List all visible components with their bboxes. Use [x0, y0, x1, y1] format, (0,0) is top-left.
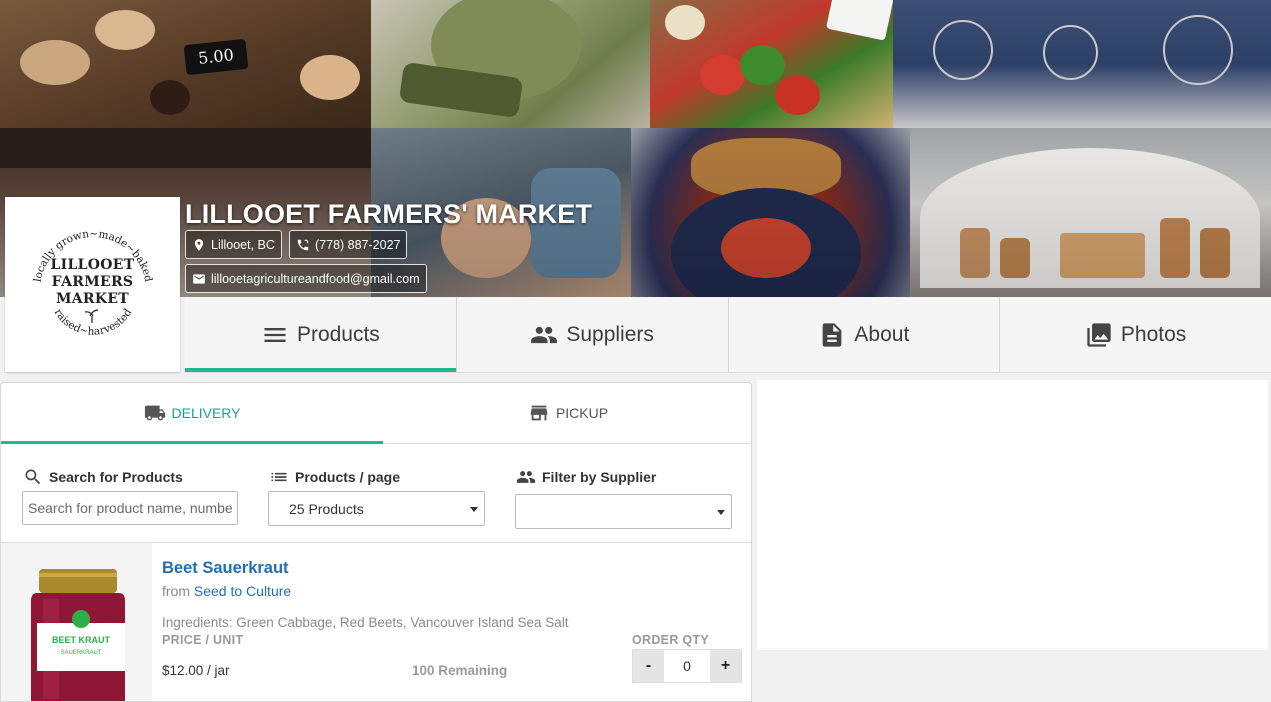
tab-delivery[interactable]: DELIVERY: [1, 383, 383, 444]
logo-center-text: LILLOOET FARMERS MARKET: [28, 257, 158, 308]
store-icon: [530, 405, 548, 421]
truck-icon: [144, 405, 165, 421]
location-pin-icon: [194, 238, 204, 251]
email-icon: [193, 273, 205, 284]
quantity-value[interactable]: 0: [664, 650, 710, 682]
menu-lines-icon: [264, 327, 286, 342]
hero-price-tag: 5.00: [183, 38, 249, 76]
stock-remaining: 100 Remaining: [412, 663, 508, 678]
location-text: Lillooet, BC: [211, 237, 275, 252]
product-image[interactable]: BEET KRAUT SAUERKRAUT: [1, 543, 152, 701]
hero-photo-sculpture: [371, 0, 650, 128]
phone-icon: [297, 239, 309, 250]
price-label: PRICE / UNIT: [162, 633, 244, 647]
main-tabs: Products Suppliers About Photos: [185, 297, 1271, 373]
decrement-button[interactable]: -: [633, 650, 664, 682]
search-icon: [25, 469, 41, 485]
supplier-filter-label: Filter by Supplier: [516, 467, 656, 487]
tab-suppliers[interactable]: Suppliers: [455, 297, 728, 372]
products-panel: DELIVERY PICKUP Search for Products Prod…: [0, 382, 752, 702]
per-page-label: Products / page: [269, 467, 400, 487]
tab-label: About: [854, 322, 910, 346]
search-label-text: Search for Products: [49, 469, 183, 485]
order-qty-label: ORDER QTY: [632, 633, 710, 647]
hero-photo-peppers: [650, 0, 893, 128]
tab-label: Photos: [1120, 322, 1187, 346]
product-jar-image: BEET KRAUT SAUERKRAUT: [1, 543, 152, 701]
list-icon: [271, 472, 287, 482]
side-panel: [757, 380, 1268, 650]
product-filters: Search for Products Products / page 25 P…: [1, 444, 751, 543]
logo-emblem: locally grown~made~baked raised~harveste…: [28, 220, 158, 350]
photo-library-icon: [1087, 322, 1111, 347]
logo-line: MARKET: [55, 290, 130, 307]
logo-line: LILLOOET: [50, 256, 135, 273]
phone-chip[interactable]: (778) 887-2027: [289, 230, 408, 259]
tab-label: Products: [296, 322, 380, 346]
email-text: lillooetagricultureandfood@gmail.com: [211, 271, 420, 286]
supplier-filter-label-text: Filter by Supplier: [542, 469, 657, 485]
market-logo: locally grown~made~baked raised~harveste…: [5, 197, 180, 372]
product-name-link[interactable]: Beet Sauerkraut: [162, 559, 289, 578]
market-title: LILLOOET FARMERS' MARKET: [185, 199, 593, 229]
document-icon: [823, 322, 842, 347]
product-price: $12.00 / jar: [162, 663, 230, 678]
tab-label: Suppliers: [566, 322, 654, 346]
tab-about[interactable]: About: [727, 297, 1000, 372]
product-card: BEET KRAUT SAUERKRAUT Beet Sauerkraut fr…: [1, 543, 751, 701]
search-label: Search for Products: [23, 467, 183, 487]
svg-text:SAUERKRAUT: SAUERKRAUT: [60, 650, 101, 656]
per-page-select[interactable]: 25 Products: [268, 491, 485, 526]
tab-photos[interactable]: Photos: [999, 297, 1271, 372]
people-icon: [531, 326, 558, 343]
per-page-label-text: Products / page: [295, 469, 401, 485]
chevron-down-icon: [717, 510, 725, 515]
svg-text:BEET KRAUT: BEET KRAUT: [52, 635, 111, 645]
tab-products[interactable]: Products: [185, 297, 456, 372]
from-prefix: from: [162, 583, 190, 599]
supplier-select[interactable]: [515, 494, 732, 529]
phone-text: (778) 887-2027: [315, 237, 401, 252]
hero-photo-mushrooms: 5.00: [0, 0, 371, 128]
fulfillment-tabs: DELIVERY PICKUP: [1, 383, 751, 444]
increment-button[interactable]: +: [710, 650, 741, 682]
tab-pickup-label: PICKUP: [555, 405, 609, 421]
quantity-stepper: - 0 +: [632, 649, 742, 683]
per-page-value: 25 Products: [289, 500, 364, 517]
logo-line: FARMERS: [51, 273, 134, 290]
people-icon: [516, 471, 536, 483]
chevron-down-icon: [470, 507, 478, 512]
product-ingredients: Ingredients: Green Cabbage, Red Beets, V…: [162, 615, 569, 630]
hero-photo-dreamcatchers: [893, 0, 1271, 128]
supplier-link[interactable]: Seed to Culture: [194, 583, 291, 599]
tab-delivery-label: DELIVERY: [171, 405, 241, 421]
location-chip[interactable]: Lillooet, BC: [185, 230, 282, 259]
product-supplier: from Seed to Culture: [162, 583, 291, 599]
tab-pickup[interactable]: PICKUP: [383, 383, 751, 443]
email-chip[interactable]: lillooetagricultureandfood@gmail.com: [185, 264, 427, 293]
search-input[interactable]: [22, 491, 238, 525]
